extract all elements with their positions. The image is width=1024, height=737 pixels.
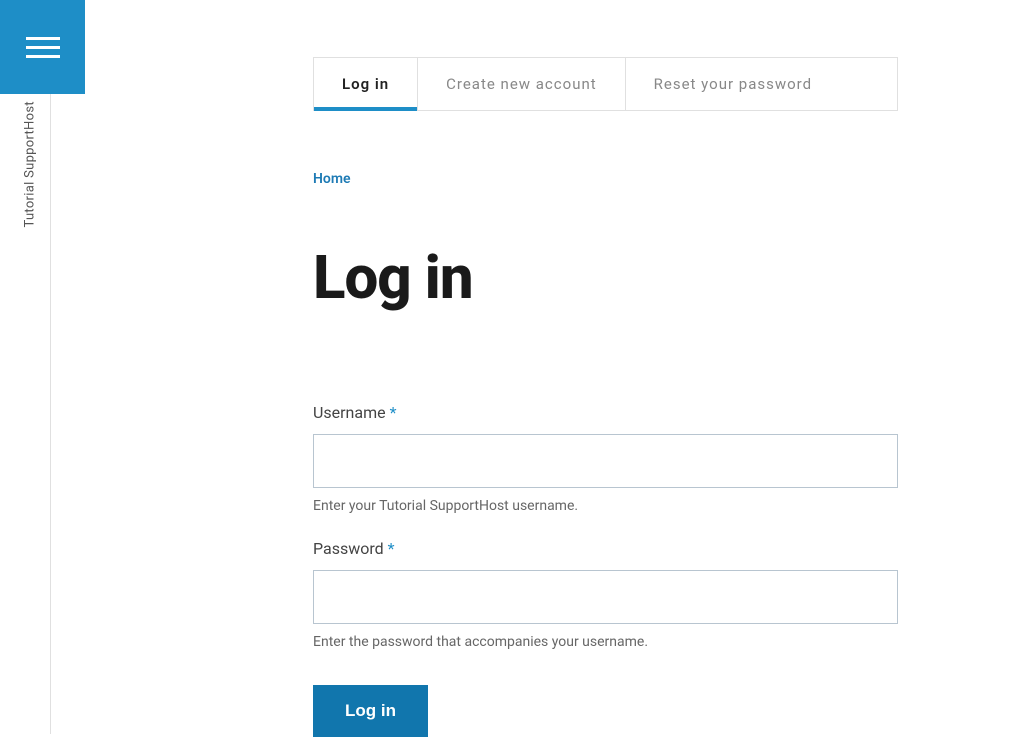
username-label: Username * — [313, 403, 898, 422]
password-label-text: Password — [313, 539, 384, 558]
tab-reset-password[interactable]: Reset your password — [626, 58, 840, 110]
menu-button[interactable] — [0, 0, 85, 94]
hamburger-icon — [26, 37, 60, 58]
username-group: Username * Enter your Tutorial SupportHo… — [313, 403, 898, 514]
login-button[interactable]: Log in — [313, 685, 428, 737]
username-label-text: Username — [313, 403, 386, 422]
sidebar: Tutorial SupportHost — [0, 0, 85, 736]
username-input[interactable] — [313, 434, 898, 488]
required-marker: * — [390, 403, 397, 422]
username-help: Enter your Tutorial SupportHost username… — [313, 498, 898, 514]
site-name-label: Tutorial SupportHost — [23, 101, 38, 227]
tab-create-account[interactable]: Create new account — [418, 58, 626, 110]
required-marker: * — [388, 539, 395, 558]
sidebar-divider — [50, 94, 51, 734]
tab-login[interactable]: Log in — [314, 58, 418, 110]
login-form: Username * Enter your Tutorial SupportHo… — [313, 403, 898, 737]
password-help: Enter the password that accompanies your… — [313, 634, 898, 650]
password-label: Password * — [313, 539, 898, 558]
main-content: Log in Create new account Reset your pas… — [313, 0, 898, 737]
tabs: Log in Create new account Reset your pas… — [313, 57, 898, 111]
password-input[interactable] — [313, 570, 898, 624]
page-title: Log in — [313, 242, 898, 313]
breadcrumb-home[interactable]: Home — [313, 171, 898, 187]
password-group: Password * Enter the password that accom… — [313, 539, 898, 650]
